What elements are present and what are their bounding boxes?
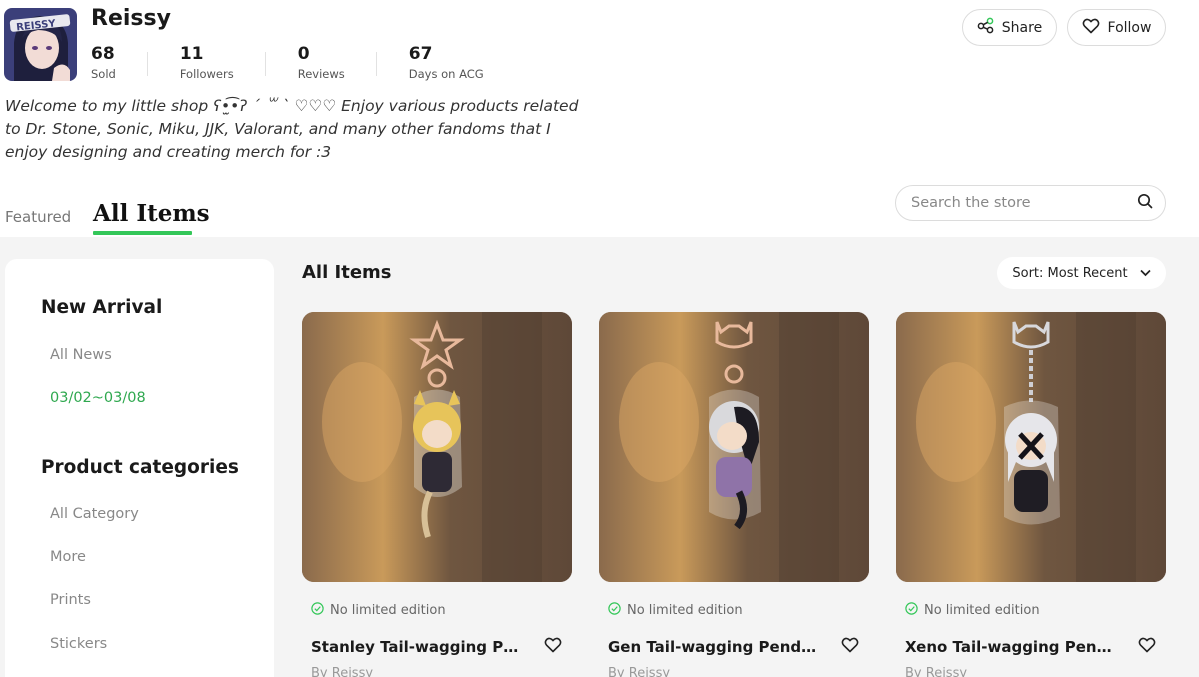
stat-value: 67: [408, 44, 433, 64]
share-label: Share: [1001, 19, 1043, 36]
product-author: By Reissy: [905, 666, 968, 677]
card-title-row: Stanley Tail-wagging Pendant: [311, 637, 572, 657]
sort-dropdown[interactable]: Sort: Most Recent: [997, 257, 1166, 289]
store-search[interactable]: [895, 185, 1166, 221]
product-title[interactable]: Gen Tail-wagging Pendant: [608, 638, 820, 656]
shop-avatar: REISSY: [4, 8, 77, 81]
stat-label: Followers: [179, 67, 234, 81]
sidebar-item-all-category[interactable]: All Category: [50, 506, 139, 522]
product-title[interactable]: Stanley Tail-wagging Pendant: [311, 638, 523, 656]
heart-icon: [1082, 18, 1100, 38]
follow-button[interactable]: Follow: [1067, 9, 1166, 46]
search-icon[interactable]: [1137, 193, 1153, 213]
sidebar-item-date-range[interactable]: 03/02~03/08: [50, 390, 146, 406]
edition-label: No limited edition: [330, 603, 446, 618]
check-circle-icon: [905, 602, 918, 619]
product-card[interactable]: No limited edition Stanley Tail-wagging …: [302, 312, 572, 677]
stat-value: 68: [91, 44, 115, 64]
edition-status: No limited edition: [311, 602, 572, 619]
sidebar-item-stickers[interactable]: Stickers: [50, 636, 107, 652]
card-title-row: Xeno Tail-wagging Pendant: [905, 637, 1166, 657]
check-circle-icon: [608, 602, 621, 619]
stat-days-on-acg: 67 Days on ACG: [409, 44, 516, 81]
product-image[interactable]: [302, 312, 572, 582]
check-circle-icon: [311, 602, 324, 619]
edition-status: No limited edition: [905, 602, 1166, 619]
heart-icon[interactable]: [544, 637, 562, 657]
stat-label: Days on ACG: [408, 67, 484, 81]
new-arrival-heading: New Arrival: [41, 297, 163, 318]
sidebar-item-prints[interactable]: Prints: [50, 592, 91, 608]
share-icon: [977, 17, 994, 38]
product-author: By Reissy: [608, 666, 671, 677]
stat-followers: 11 Followers: [180, 44, 266, 81]
card-title-row: Gen Tail-wagging Pendant: [608, 637, 869, 657]
product-title[interactable]: Xeno Tail-wagging Pendant: [905, 638, 1117, 656]
follow-label: Follow: [1107, 19, 1152, 36]
stat-reviews: 0 Reviews: [298, 44, 377, 81]
edition-label: No limited edition: [627, 603, 743, 618]
product-image[interactable]: [896, 312, 1166, 582]
heart-icon[interactable]: [841, 637, 859, 657]
content-title: All Items: [302, 262, 392, 283]
share-button[interactable]: Share: [962, 9, 1057, 46]
stat-label: Sold: [91, 67, 116, 81]
sort-label: Sort: Most Recent: [1012, 265, 1128, 281]
sidebar-item-more[interactable]: More: [50, 549, 86, 565]
sidebar: New Arrival All News 03/02~03/08 Product…: [5, 259, 274, 677]
edition-label: No limited edition: [924, 603, 1040, 618]
heart-icon[interactable]: [1138, 637, 1156, 657]
edition-status: No limited edition: [608, 602, 869, 619]
product-image[interactable]: [599, 312, 869, 582]
stat-value: 11: [179, 44, 204, 64]
product-card[interactable]: No limited edition Gen Tail-wagging Pend…: [599, 312, 869, 677]
search-input[interactable]: [911, 195, 1137, 211]
sidebar-item-all-news[interactable]: All News: [50, 347, 112, 363]
shop-description: Welcome to my little shop ʕ•̫͡•ʔ ´ ꒳ ` ♡…: [5, 97, 579, 161]
stat-label: Reviews: [297, 67, 345, 81]
stat-value: 0: [297, 44, 310, 64]
shop-name: Reissy: [91, 6, 171, 31]
product-categories-heading: Product categories: [41, 457, 239, 478]
active-tab-indicator: [93, 231, 192, 235]
tab-all-items[interactable]: All Items: [93, 200, 210, 227]
chevron-down-icon: [1140, 266, 1151, 281]
shop-stats: 68 Sold 11 Followers 0 Reviews 67 Days o…: [91, 44, 548, 81]
product-card[interactable]: No limited edition Xeno Tail-wagging Pen…: [896, 312, 1166, 677]
product-author: By Reissy: [311, 666, 374, 677]
tab-featured[interactable]: Featured: [5, 208, 71, 226]
stat-sold: 68 Sold: [91, 44, 148, 81]
